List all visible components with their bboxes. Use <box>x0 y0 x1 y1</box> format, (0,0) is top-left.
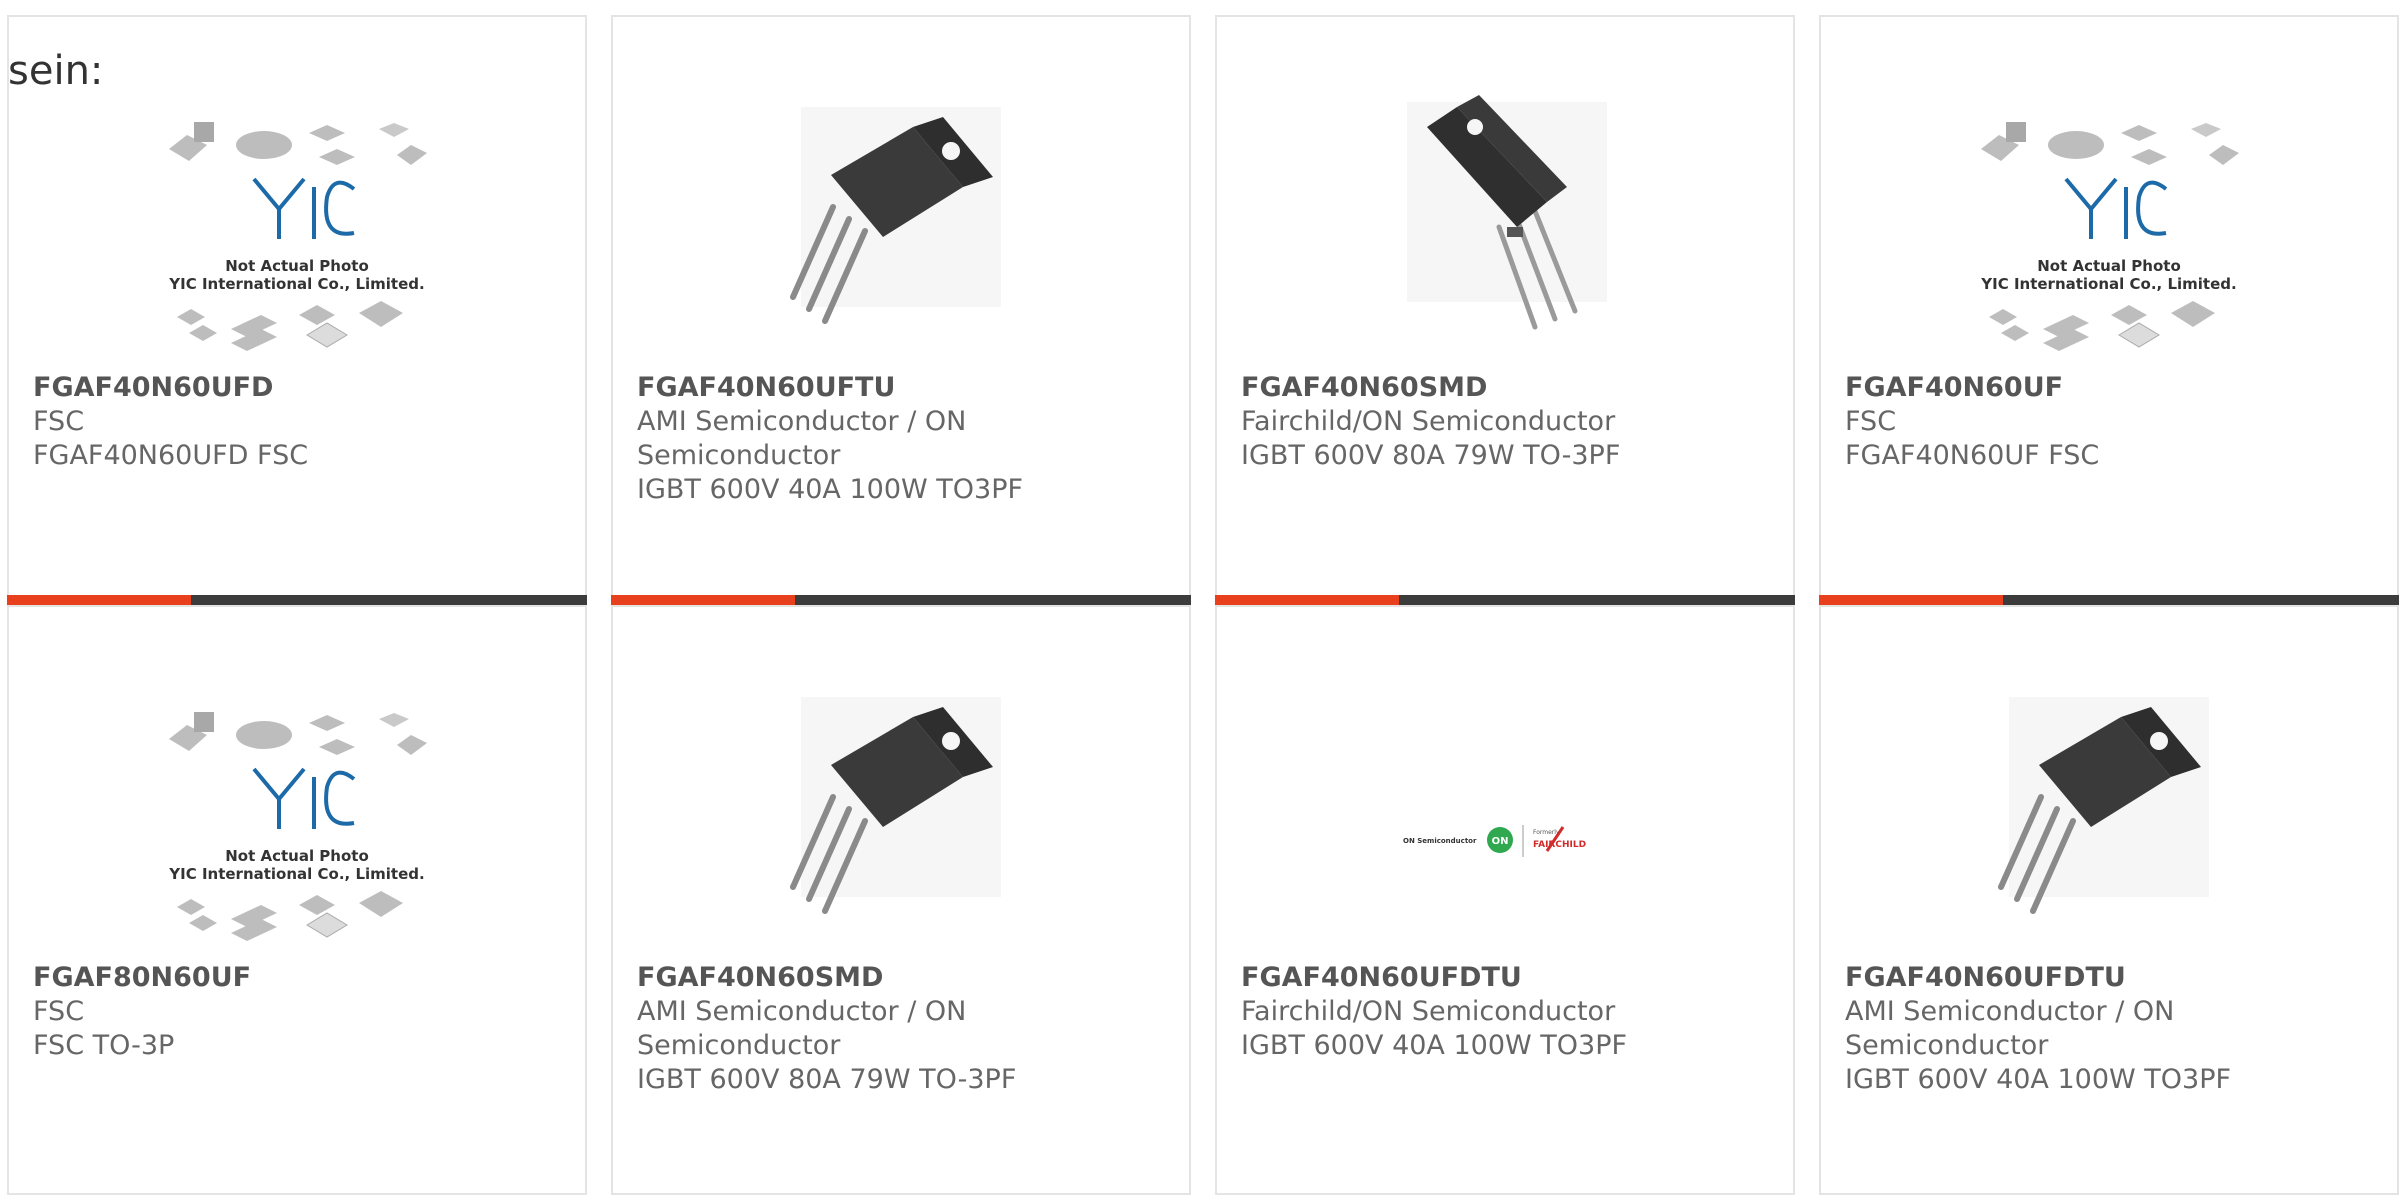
yic-caption-2: YIC International Co., Limited. <box>168 865 424 883</box>
product-card[interactable]: FGAF40N60SMD Fairchild/ON Semiconductor … <box>1215 15 1795 605</box>
yic-caption-2: YIC International Co., Limited. <box>168 275 424 293</box>
description: IGBT 600V 40A 100W TO3PF <box>637 474 1024 505</box>
manufacturer: FSC <box>33 406 85 437</box>
product-image[interactable]: Not Actual Photo YIC International Co., … <box>9 87 585 357</box>
manufacturer: Fairchild/ON Semiconductor <box>1241 406 1616 437</box>
card-bottom-bar <box>611 595 1191 605</box>
product-image[interactable] <box>1821 677 2397 947</box>
description: IGBT 600V 40A 100W TO3PF <box>1241 1030 1628 1061</box>
product-image[interactable]: ON Semiconductor ON Formerly FAIRCHILD <box>1217 677 1793 947</box>
yic-caption-1: Not Actual Photo <box>225 847 369 865</box>
manufacturer: FSC <box>1845 406 1897 437</box>
part-number[interactable]: FGAF40N60UFDTU <box>1241 961 1769 995</box>
card-bottom-bar <box>1215 595 1795 605</box>
part-number[interactable]: FGAF40N60UFTU <box>637 371 1165 405</box>
product-card[interactable]: Not Actual Photo YIC International Co., … <box>7 15 587 605</box>
product-image[interactable] <box>1217 87 1793 357</box>
product-image[interactable]: Not Actual Photo YIC International Co., … <box>1821 87 2397 357</box>
yic-caption-1: Not Actual Photo <box>225 257 369 275</box>
part-number[interactable]: FGAF40N60SMD <box>1241 371 1769 405</box>
description: FSC TO-3P <box>33 1030 175 1061</box>
product-card[interactable]: Not Actual Photo YIC International Co., … <box>1819 15 2399 605</box>
product-card[interactable]: FGAF40N60UFTU AMI Semiconductor / ON Sem… <box>611 15 1191 605</box>
yic-caption-2: YIC International Co., Limited. <box>1980 275 2236 293</box>
description: FGAF40N60UFD FSC <box>33 440 309 471</box>
card-bottom-bar <box>1819 595 2399 605</box>
card-bottom-bar <box>7 595 587 605</box>
on-semi-wordmark: ON Semiconductor <box>1403 837 1477 845</box>
description: IGBT 600V 40A 100W TO3PF <box>1845 1064 2232 1095</box>
page-heading: sein: <box>8 48 104 94</box>
product-image[interactable] <box>613 87 1189 357</box>
part-number[interactable]: FGAF40N60UFD <box>33 371 561 405</box>
product-image[interactable] <box>613 677 1189 947</box>
description: FGAF40N60UF FSC <box>1845 440 2100 471</box>
manufacturer: AMI Semiconductor / ON Semiconductor <box>637 406 967 471</box>
product-card[interactable]: FGAF40N60UFDTU AMI Semiconductor / ON Se… <box>1819 605 2399 1195</box>
description: IGBT 600V 80A 79W TO-3PF <box>637 1064 1017 1095</box>
part-number[interactable]: FGAF40N60UF <box>1845 371 2373 405</box>
on-logo-text: ON <box>1492 836 1509 847</box>
manufacturer: FSC <box>33 996 85 1027</box>
product-card[interactable]: ON Semiconductor ON Formerly FAIRCHILD F… <box>1215 605 1795 1195</box>
manufacturer: AMI Semiconductor / ON Semiconductor <box>1845 996 2175 1061</box>
product-card[interactable]: Not Actual Photo YIC International Co., … <box>7 605 587 1195</box>
product-image[interactable]: Not Actual Photo YIC International Co., … <box>9 677 585 947</box>
part-number[interactable]: FGAF40N60SMD <box>637 961 1165 995</box>
part-number[interactable]: FGAF40N60UFDTU <box>1845 961 2373 995</box>
manufacturer: AMI Semiconductor / ON Semiconductor <box>637 996 967 1061</box>
description: IGBT 600V 80A 79W TO-3PF <box>1241 440 1621 471</box>
part-number[interactable]: FGAF80N60UF <box>33 961 561 995</box>
yic-caption-1: Not Actual Photo <box>2037 257 2181 275</box>
manufacturer: Fairchild/ON Semiconductor <box>1241 996 1616 1027</box>
fairchild-wordmark: FAIRCHILD <box>1533 840 1586 850</box>
product-card[interactable]: FGAF40N60SMD AMI Semiconductor / ON Semi… <box>611 605 1191 1195</box>
